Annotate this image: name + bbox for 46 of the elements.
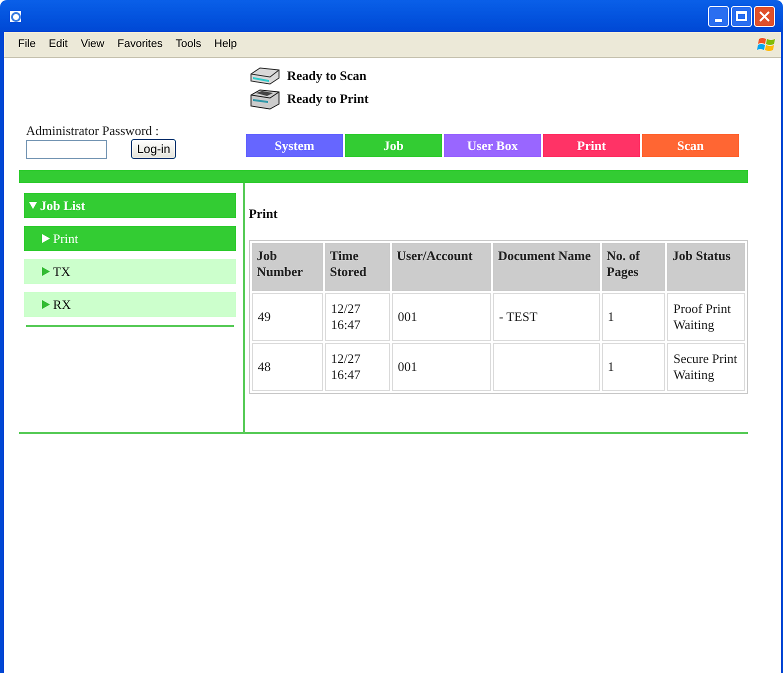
triangle-right-icon [42,234,50,243]
login-button[interactable]: Log-in [131,139,176,159]
triangle-right-icon [42,267,50,276]
browser-icon [8,8,24,24]
tree-item[interactable]: RX [24,292,236,317]
column-header: No. of Pages [602,242,666,290]
table-cell: Proof Print Waiting [667,292,745,340]
table-cell: Secure Print Waiting [667,342,745,390]
nav-tab[interactable]: System [246,134,343,157]
section-title: Print [248,205,279,223]
nav-tab[interactable]: User Box [444,134,541,157]
menu-item[interactable]: File [18,36,36,53]
table-cell: 49 [252,292,323,340]
triangle-down-icon [29,201,37,210]
menu-item[interactable]: Edit [48,36,68,53]
minimize-button[interactable] [708,6,729,26]
close-icon [759,10,770,22]
menu-item[interactable]: View [80,36,104,53]
table-cell: 12/27 16:47 [324,342,390,390]
menu-item[interactable]: Tools [176,36,202,53]
column-header: Job Status [667,242,745,290]
tree-item[interactable]: TX [24,259,236,284]
table-cell: - TEST [492,292,600,340]
password-field[interactable] [26,140,107,158]
password-label: Administrator Password : [26,124,160,138]
column-header: User/Account [392,242,491,290]
maximize-button[interactable] [731,6,752,26]
column-header: Document Name [492,242,600,290]
column-header: Job Number [252,242,323,290]
status-text: Ready to Print [287,90,369,108]
table-cell: 1 [602,342,666,390]
windows-logo-icon [757,36,777,54]
table-cell: 12/27 16:47 [324,292,390,340]
menu-item[interactable]: Help [214,36,237,53]
table-cell: 48 [252,342,323,390]
menu-item[interactable]: Favorites [117,36,163,53]
status-text: Ready to Scan [287,67,366,86]
scanner-icon [248,66,282,86]
close-button[interactable] [754,6,775,26]
column-header: Time Stored [324,242,390,290]
nav-tab[interactable]: Print [543,134,640,157]
table-cell: 1 [602,292,666,340]
table-cell: 001 [392,342,491,390]
table-cell: 001 [392,292,491,340]
printer-icon [248,88,282,110]
triangle-right-icon [42,300,50,309]
